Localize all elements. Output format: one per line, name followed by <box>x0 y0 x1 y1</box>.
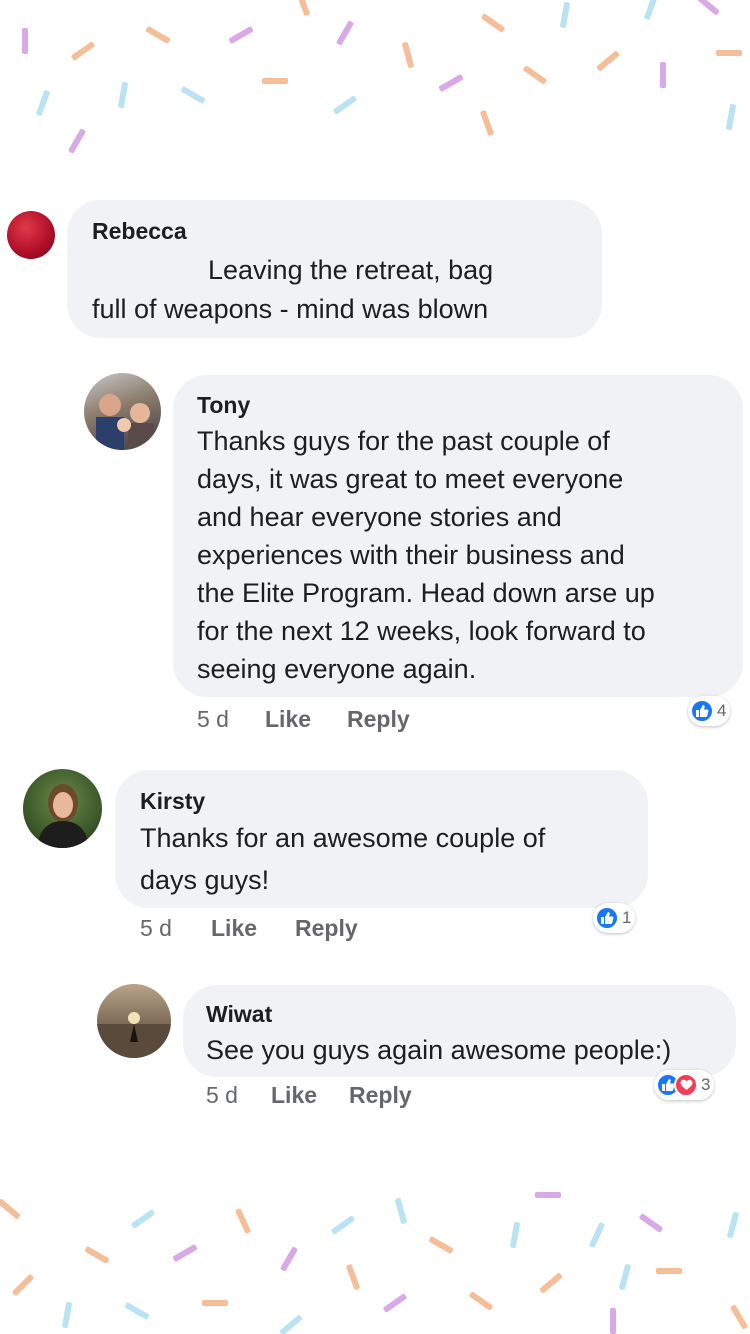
comment-author-name[interactable]: Rebecca <box>92 218 187 245</box>
user-avatar[interactable] <box>7 211 55 259</box>
comment-text-line: days, it was great to meet everyone <box>197 464 624 494</box>
reply-button[interactable]: Reply <box>295 915 358 942</box>
comment-text-line: See you guys again awesome people:) <box>206 1035 672 1065</box>
like-button[interactable]: Like <box>271 1082 317 1109</box>
comment-text-line: Leaving the retreat, bag <box>208 255 494 285</box>
user-avatar[interactable] <box>84 373 161 450</box>
comment-text-line: the Elite Program. Head down arse up <box>197 578 655 608</box>
avatar-photo-icon <box>96 394 154 450</box>
comment-text-line: seeing everyone again. <box>197 654 477 684</box>
comment-author-name[interactable]: Tony <box>197 392 250 419</box>
confetti-decoration-top <box>0 0 750 200</box>
like-button[interactable]: Like <box>211 915 257 942</box>
confetti-decoration-bottom <box>0 1160 750 1334</box>
reaction-summary[interactable]: 1 <box>593 903 636 933</box>
comment-timestamp: 5 d <box>140 915 172 941</box>
comment-timestamp: 5 d <box>206 1082 238 1108</box>
comment-text-line: experiences with their business and <box>197 540 625 570</box>
reaction-count: 4 <box>717 701 727 720</box>
comment-author-name[interactable]: Wiwat <box>206 1001 272 1028</box>
like-icon <box>595 906 619 930</box>
comment-text-line: days guys! <box>140 865 270 895</box>
comment-text-line: full of weapons - mind was blown <box>92 294 489 324</box>
user-avatar[interactable] <box>97 984 171 1058</box>
comment-author-name[interactable]: Kirsty <box>140 788 205 815</box>
comment-timestamp: 5 d <box>197 706 229 732</box>
comment-text-line: Thanks for an awesome couple of <box>140 823 546 853</box>
reaction-count: 3 <box>701 1075 711 1094</box>
reaction-count: 1 <box>622 908 632 927</box>
comment-text-line: Thanks guys for the past couple of <box>197 426 610 456</box>
avatar-photo-icon <box>37 784 89 848</box>
reply-button[interactable]: Reply <box>347 706 410 733</box>
reply-button[interactable]: Reply <box>349 1082 412 1109</box>
comment-text-line: and hear everyone stories and <box>197 502 562 532</box>
reaction-summary[interactable]: 3 <box>654 1070 715 1100</box>
like-button[interactable]: Like <box>265 706 311 733</box>
reaction-summary[interactable]: 4 <box>688 696 731 726</box>
comment-text-line: for the next 12 weeks, look forward to <box>197 616 646 646</box>
avatar-photo-icon <box>97 1012 171 1058</box>
like-icon <box>690 699 714 723</box>
heart-icon <box>674 1073 698 1097</box>
user-avatar[interactable] <box>23 769 102 848</box>
